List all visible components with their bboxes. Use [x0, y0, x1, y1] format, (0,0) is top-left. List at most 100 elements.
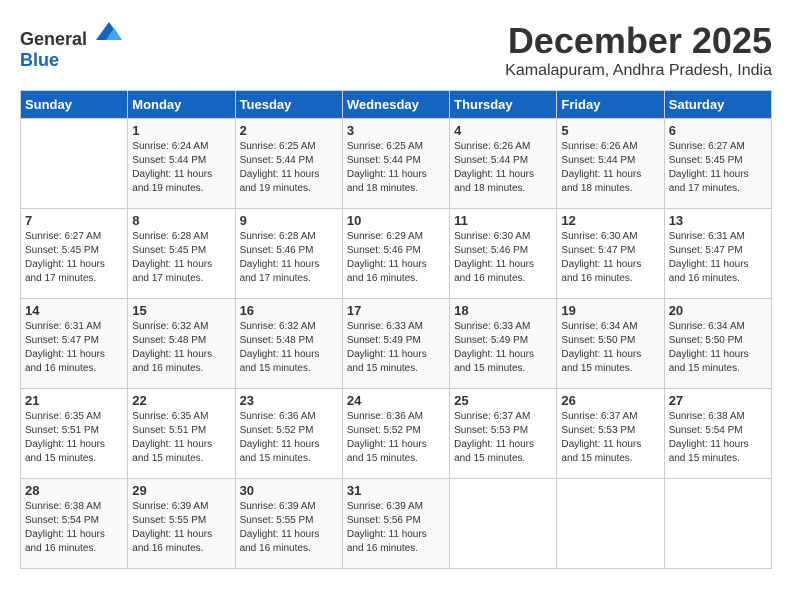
calendar-cell: 6 Sunrise: 6:27 AMSunset: 5:45 PMDayligh…: [664, 119, 771, 209]
day-sunrise: Sunrise: 6:38 AMSunset: 5:54 PMDaylight:…: [25, 501, 105, 554]
day-sunrise: Sunrise: 6:28 AMSunset: 5:46 PMDaylight:…: [240, 231, 320, 284]
day-number: 21: [25, 393, 123, 408]
day-number: 9: [240, 213, 338, 228]
calendar-cell: [21, 119, 128, 209]
logo-general: General: [20, 29, 87, 49]
calendar-cell: 30 Sunrise: 6:39 AMSunset: 5:55 PMDaylig…: [235, 479, 342, 569]
calendar-cell: 9 Sunrise: 6:28 AMSunset: 5:46 PMDayligh…: [235, 209, 342, 299]
logo-text: General Blue: [20, 20, 124, 71]
calendar-header-tuesday: Tuesday: [235, 91, 342, 119]
logo-blue: Blue: [20, 50, 59, 70]
calendar-cell: 12 Sunrise: 6:30 AMSunset: 5:47 PMDaylig…: [557, 209, 664, 299]
day-sunrise: Sunrise: 6:32 AMSunset: 5:48 PMDaylight:…: [240, 321, 320, 374]
calendar-week-row: 21 Sunrise: 6:35 AMSunset: 5:51 PMDaylig…: [21, 389, 772, 479]
calendar-header-row: SundayMondayTuesdayWednesdayThursdayFrid…: [21, 91, 772, 119]
calendar-cell: 5 Sunrise: 6:26 AMSunset: 5:44 PMDayligh…: [557, 119, 664, 209]
day-sunrise: Sunrise: 6:35 AMSunset: 5:51 PMDaylight:…: [132, 411, 212, 464]
day-number: 7: [25, 213, 123, 228]
calendar-header-friday: Friday: [557, 91, 664, 119]
location-title: Kamalapuram, Andhra Pradesh, India: [505, 62, 772, 80]
day-sunrise: Sunrise: 6:36 AMSunset: 5:52 PMDaylight:…: [347, 411, 427, 464]
day-sunrise: Sunrise: 6:33 AMSunset: 5:49 PMDaylight:…: [454, 321, 534, 374]
day-sunrise: Sunrise: 6:36 AMSunset: 5:52 PMDaylight:…: [240, 411, 320, 464]
day-sunrise: Sunrise: 6:30 AMSunset: 5:46 PMDaylight:…: [454, 231, 534, 284]
day-number: 14: [25, 303, 123, 318]
calendar-header-sunday: Sunday: [21, 91, 128, 119]
page-header: General Blue December 2025 Kamalapuram, …: [20, 20, 772, 80]
day-number: 19: [561, 303, 659, 318]
calendar-week-row: 7 Sunrise: 6:27 AMSunset: 5:45 PMDayligh…: [21, 209, 772, 299]
day-sunrise: Sunrise: 6:37 AMSunset: 5:53 PMDaylight:…: [454, 411, 534, 464]
calendar-week-row: 28 Sunrise: 6:38 AMSunset: 5:54 PMDaylig…: [21, 479, 772, 569]
day-number: 22: [132, 393, 230, 408]
calendar-header-thursday: Thursday: [450, 91, 557, 119]
day-number: 15: [132, 303, 230, 318]
day-sunrise: Sunrise: 6:37 AMSunset: 5:53 PMDaylight:…: [561, 411, 641, 464]
day-sunrise: Sunrise: 6:30 AMSunset: 5:47 PMDaylight:…: [561, 231, 641, 284]
day-number: 12: [561, 213, 659, 228]
day-sunrise: Sunrise: 6:25 AMSunset: 5:44 PMDaylight:…: [240, 141, 320, 194]
calendar-cell: 1 Sunrise: 6:24 AMSunset: 5:44 PMDayligh…: [128, 119, 235, 209]
calendar-cell: 10 Sunrise: 6:29 AMSunset: 5:46 PMDaylig…: [342, 209, 449, 299]
calendar-header-saturday: Saturday: [664, 91, 771, 119]
day-sunrise: Sunrise: 6:31 AMSunset: 5:47 PMDaylight:…: [669, 231, 749, 284]
calendar-cell: 14 Sunrise: 6:31 AMSunset: 5:47 PMDaylig…: [21, 299, 128, 389]
calendar-cell: 21 Sunrise: 6:35 AMSunset: 5:51 PMDaylig…: [21, 389, 128, 479]
calendar-cell: 3 Sunrise: 6:25 AMSunset: 5:44 PMDayligh…: [342, 119, 449, 209]
title-area: December 2025 Kamalapuram, Andhra Prades…: [505, 20, 772, 80]
day-sunrise: Sunrise: 6:34 AMSunset: 5:50 PMDaylight:…: [561, 321, 641, 374]
day-number: 30: [240, 483, 338, 498]
calendar-cell: 13 Sunrise: 6:31 AMSunset: 5:47 PMDaylig…: [664, 209, 771, 299]
day-sunrise: Sunrise: 6:28 AMSunset: 5:45 PMDaylight:…: [132, 231, 212, 284]
day-sunrise: Sunrise: 6:33 AMSunset: 5:49 PMDaylight:…: [347, 321, 427, 374]
calendar-cell: 11 Sunrise: 6:30 AMSunset: 5:46 PMDaylig…: [450, 209, 557, 299]
day-sunrise: Sunrise: 6:39 AMSunset: 5:55 PMDaylight:…: [132, 501, 212, 554]
day-sunrise: Sunrise: 6:31 AMSunset: 5:47 PMDaylight:…: [25, 321, 105, 374]
day-number: 1: [132, 123, 230, 138]
calendar-cell: 23 Sunrise: 6:36 AMSunset: 5:52 PMDaylig…: [235, 389, 342, 479]
calendar-cell: 4 Sunrise: 6:26 AMSunset: 5:44 PMDayligh…: [450, 119, 557, 209]
calendar-table: SundayMondayTuesdayWednesdayThursdayFrid…: [20, 90, 772, 569]
day-sunrise: Sunrise: 6:39 AMSunset: 5:55 PMDaylight:…: [240, 501, 320, 554]
day-sunrise: Sunrise: 6:27 AMSunset: 5:45 PMDaylight:…: [25, 231, 105, 284]
calendar-cell: 15 Sunrise: 6:32 AMSunset: 5:48 PMDaylig…: [128, 299, 235, 389]
day-number: 2: [240, 123, 338, 138]
day-number: 13: [669, 213, 767, 228]
day-number: 20: [669, 303, 767, 318]
logo: General Blue: [20, 20, 124, 71]
day-number: 18: [454, 303, 552, 318]
day-number: 23: [240, 393, 338, 408]
day-sunrise: Sunrise: 6:29 AMSunset: 5:46 PMDaylight:…: [347, 231, 427, 284]
calendar-header-wednesday: Wednesday: [342, 91, 449, 119]
calendar-cell: 8 Sunrise: 6:28 AMSunset: 5:45 PMDayligh…: [128, 209, 235, 299]
calendar-cell: 20 Sunrise: 6:34 AMSunset: 5:50 PMDaylig…: [664, 299, 771, 389]
day-number: 28: [25, 483, 123, 498]
day-number: 5: [561, 123, 659, 138]
calendar-cell: 29 Sunrise: 6:39 AMSunset: 5:55 PMDaylig…: [128, 479, 235, 569]
day-number: 31: [347, 483, 445, 498]
day-number: 6: [669, 123, 767, 138]
calendar-cell: 28 Sunrise: 6:38 AMSunset: 5:54 PMDaylig…: [21, 479, 128, 569]
day-number: 17: [347, 303, 445, 318]
calendar-header-monday: Monday: [128, 91, 235, 119]
calendar-cell: 27 Sunrise: 6:38 AMSunset: 5:54 PMDaylig…: [664, 389, 771, 479]
logo-icon: [94, 20, 124, 45]
day-sunrise: Sunrise: 6:39 AMSunset: 5:56 PMDaylight:…: [347, 501, 427, 554]
day-number: 26: [561, 393, 659, 408]
day-number: 4: [454, 123, 552, 138]
calendar-cell: 31 Sunrise: 6:39 AMSunset: 5:56 PMDaylig…: [342, 479, 449, 569]
month-title: December 2025: [505, 20, 772, 62]
calendar-week-row: 14 Sunrise: 6:31 AMSunset: 5:47 PMDaylig…: [21, 299, 772, 389]
day-sunrise: Sunrise: 6:35 AMSunset: 5:51 PMDaylight:…: [25, 411, 105, 464]
calendar-cell: 7 Sunrise: 6:27 AMSunset: 5:45 PMDayligh…: [21, 209, 128, 299]
calendar-cell: [450, 479, 557, 569]
calendar-cell: 16 Sunrise: 6:32 AMSunset: 5:48 PMDaylig…: [235, 299, 342, 389]
day-sunrise: Sunrise: 6:38 AMSunset: 5:54 PMDaylight:…: [669, 411, 749, 464]
calendar-cell: 25 Sunrise: 6:37 AMSunset: 5:53 PMDaylig…: [450, 389, 557, 479]
day-sunrise: Sunrise: 6:27 AMSunset: 5:45 PMDaylight:…: [669, 141, 749, 194]
calendar-cell: [664, 479, 771, 569]
calendar-cell: 17 Sunrise: 6:33 AMSunset: 5:49 PMDaylig…: [342, 299, 449, 389]
calendar-cell: 26 Sunrise: 6:37 AMSunset: 5:53 PMDaylig…: [557, 389, 664, 479]
calendar-cell: 19 Sunrise: 6:34 AMSunset: 5:50 PMDaylig…: [557, 299, 664, 389]
day-sunrise: Sunrise: 6:32 AMSunset: 5:48 PMDaylight:…: [132, 321, 212, 374]
